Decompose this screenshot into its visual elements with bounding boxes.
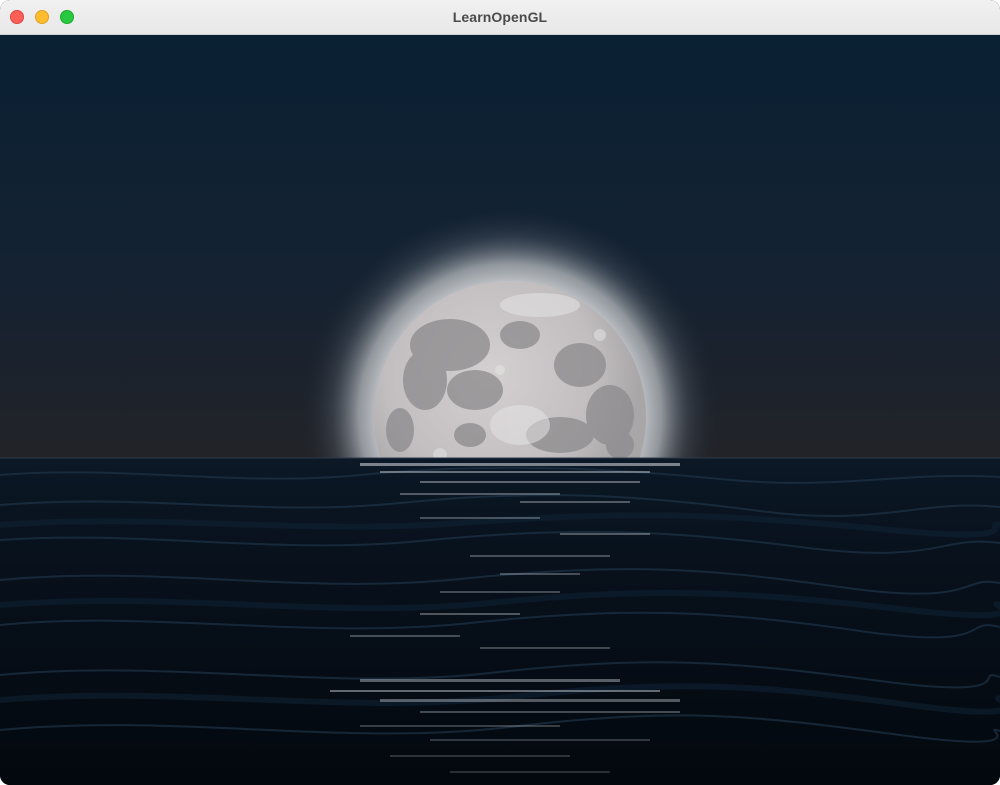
rendered-scene (0, 35, 1000, 785)
window-title: LearnOpenGL (452, 9, 548, 25)
app-window: LearnOpenGL (0, 0, 1000, 785)
opengl-viewport[interactable] (0, 35, 1000, 785)
title-bar[interactable]: LearnOpenGL (0, 0, 1000, 35)
